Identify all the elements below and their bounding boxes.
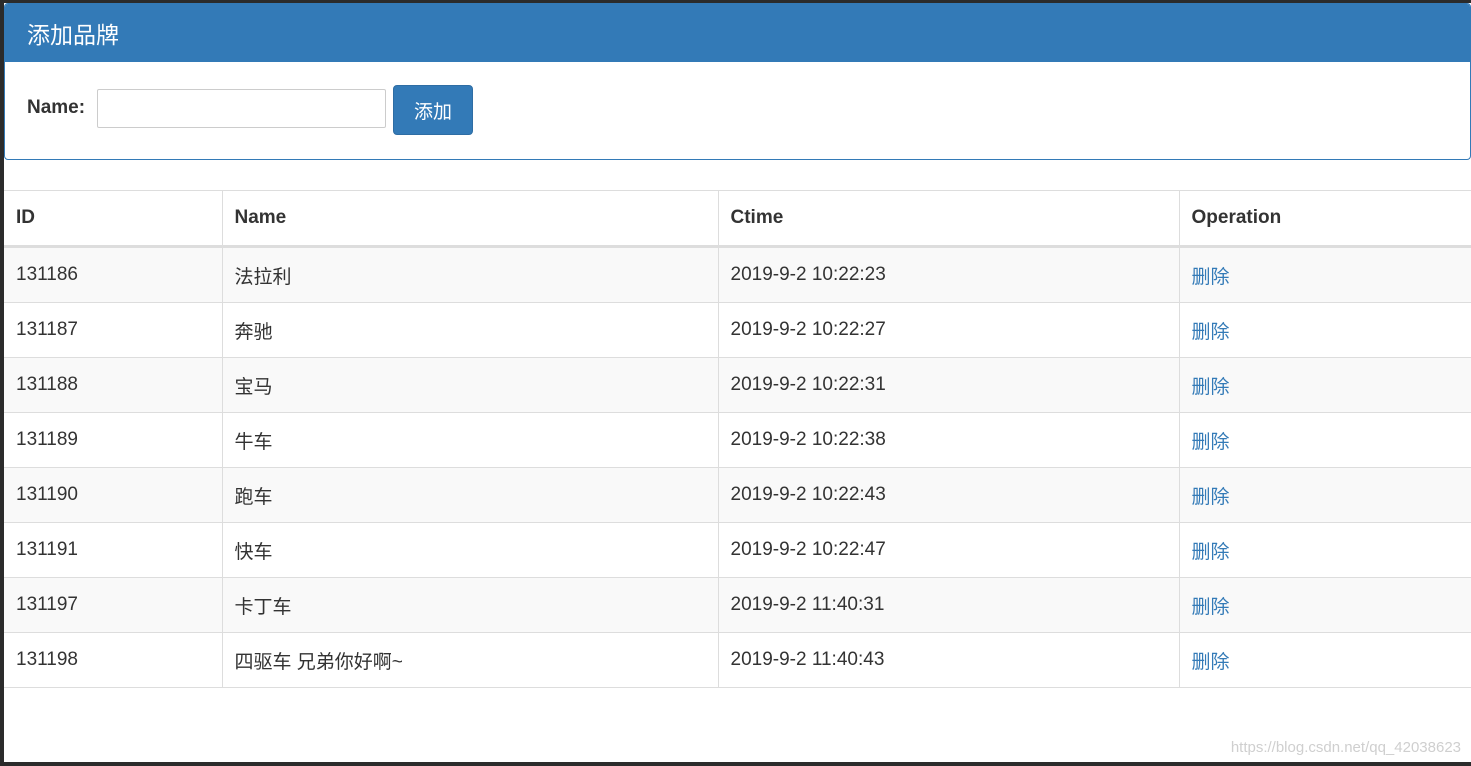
add-brand-panel: 添加品牌 Name: 添加	[4, 3, 1471, 160]
delete-link[interactable]: 删除	[1192, 486, 1230, 508]
panel-title: 添加品牌	[27, 23, 119, 49]
cell-ctime: 2019-9-2 10:22:23	[717, 246, 1179, 303]
header-operation: Operation	[1178, 190, 1471, 248]
cell-name: 卡丁车	[221, 577, 718, 633]
cell-ctime: 2019-9-2 10:22:31	[717, 357, 1179, 413]
cell-ctime: 2019-9-2 11:40:31	[717, 577, 1179, 633]
cell-ctime: 2019-9-2 10:22:43	[717, 467, 1179, 523]
header-ctime: Ctime	[717, 190, 1179, 248]
add-button[interactable]: 添加	[393, 85, 473, 135]
name-input[interactable]	[97, 89, 386, 128]
cell-id: 131198	[4, 632, 222, 688]
cell-operation: 删除	[1178, 522, 1471, 578]
cell-operation: 删除	[1178, 246, 1471, 303]
delete-link[interactable]: 删除	[1192, 541, 1230, 563]
cell-ctime: 2019-9-2 10:22:27	[717, 302, 1179, 358]
watermark: https://blog.csdn.net/qq_42038623	[1230, 739, 1461, 756]
cell-id: 131186	[4, 246, 222, 303]
table-row: 131187 奔驰 2019-9-2 10:22:27 删除	[4, 302, 1471, 358]
cell-operation: 删除	[1178, 302, 1471, 358]
cell-operation: 删除	[1178, 412, 1471, 468]
name-label: Name:	[27, 97, 86, 118]
page-viewport: 添加品牌 Name: 添加 ID Name Ctime Operation 13…	[4, 3, 1471, 762]
cell-name: 奔驰	[221, 302, 718, 358]
table-row: 131198 四驱车 兄弟你好啊~ 2019-9-2 11:40:43 删除	[4, 632, 1471, 688]
cell-name: 宝马	[221, 357, 718, 413]
cell-operation: 删除	[1178, 357, 1471, 413]
cell-ctime: 2019-9-2 10:22:47	[717, 522, 1179, 578]
cell-operation: 删除	[1178, 632, 1471, 688]
table-row: 131189 牛车 2019-9-2 10:22:38 删除	[4, 412, 1471, 468]
delete-link[interactable]: 删除	[1192, 321, 1230, 343]
cell-name: 法拉利	[221, 246, 718, 303]
delete-link[interactable]: 删除	[1192, 266, 1230, 288]
delete-link[interactable]: 删除	[1192, 596, 1230, 618]
table-row: 131188 宝马 2019-9-2 10:22:31 删除	[4, 357, 1471, 413]
table-row: 131190 跑车 2019-9-2 10:22:43 删除	[4, 467, 1471, 523]
cell-operation: 删除	[1178, 467, 1471, 523]
cell-id: 131191	[4, 522, 222, 578]
cell-name: 四驱车 兄弟你好啊~	[221, 632, 718, 688]
header-name: Name	[221, 190, 718, 248]
table-header-row: ID Name Ctime Operation	[4, 190, 1471, 248]
panel-body: Name: 添加	[5, 62, 1470, 157]
table-body: 131186 法拉利 2019-9-2 10:22:23 删除 131187 奔…	[4, 246, 1471, 688]
cell-id: 131197	[4, 577, 222, 633]
table-row: 131197 卡丁车 2019-9-2 11:40:31 删除	[4, 577, 1471, 633]
delete-link[interactable]: 删除	[1192, 376, 1230, 398]
panel-heading: 添加品牌	[5, 4, 1470, 62]
cell-operation: 删除	[1178, 577, 1471, 633]
cell-id: 131188	[4, 357, 222, 413]
table-row: 131186 法拉利 2019-9-2 10:22:23 删除	[4, 246, 1471, 303]
cell-id: 131189	[4, 412, 222, 468]
cell-name: 牛车	[221, 412, 718, 468]
table-header: ID Name Ctime Operation	[4, 190, 1471, 248]
header-id: ID	[4, 190, 222, 248]
cell-id: 131187	[4, 302, 222, 358]
cell-ctime: 2019-9-2 10:22:38	[717, 412, 1179, 468]
brand-table: ID Name Ctime Operation 131186 法拉利 2019-…	[4, 190, 1471, 688]
cell-name: 跑车	[221, 467, 718, 523]
delete-link[interactable]: 删除	[1192, 651, 1230, 673]
cell-name: 快车	[221, 522, 718, 578]
cell-id: 131190	[4, 467, 222, 523]
cell-ctime: 2019-9-2 11:40:43	[717, 632, 1179, 688]
delete-link[interactable]: 删除	[1192, 431, 1230, 453]
table-row: 131191 快车 2019-9-2 10:22:47 删除	[4, 522, 1471, 578]
